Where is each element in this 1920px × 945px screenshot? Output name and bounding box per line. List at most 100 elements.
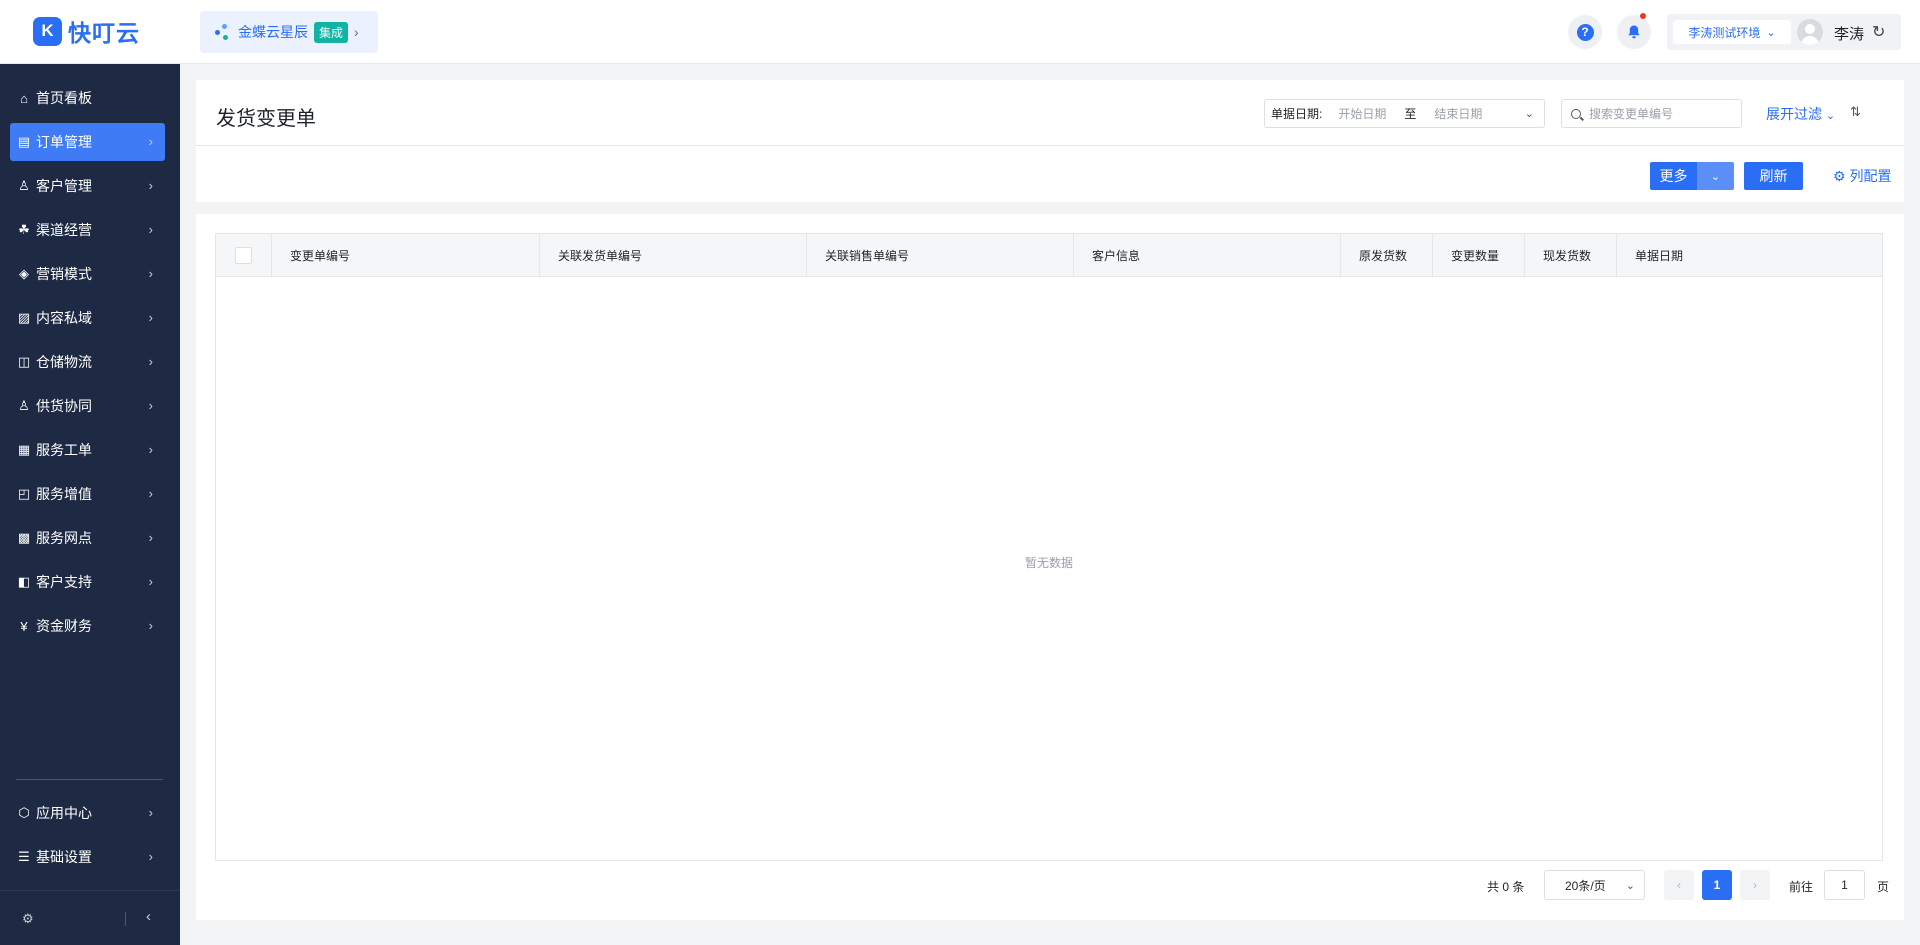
chevron-right-icon: › xyxy=(148,849,153,864)
column-header[interactable]: 关联发货单编号 xyxy=(540,234,807,277)
search-box[interactable] xyxy=(1561,99,1742,128)
page-title: 发货变更单 xyxy=(216,108,316,130)
sidebar-item[interactable]: ☘ 渠道经营 › xyxy=(10,211,165,249)
expand-filter-link[interactable]: 展开过滤 ⌄ xyxy=(1766,104,1835,124)
header-divider xyxy=(196,145,1904,146)
notification-badge xyxy=(1640,13,1646,19)
column-header[interactable]: 变更单编号 xyxy=(272,234,540,277)
sidebar-item-label: 基础设置 xyxy=(36,849,92,865)
chevron-right-icon: › xyxy=(1753,878,1757,892)
chevron-down-icon: ⌄ xyxy=(1825,110,1836,122)
chevron-right-icon: › xyxy=(148,486,153,501)
image-icon: ▨ xyxy=(17,310,31,325)
goto-page-input[interactable] xyxy=(1824,870,1865,900)
integration-name: 金蝶云星辰 xyxy=(238,24,308,40)
environment-select[interactable]: 李涛测试环境 ⌄ xyxy=(1673,20,1791,44)
integration-switcher[interactable]: 金蝶云星辰 集成 › xyxy=(200,11,378,53)
sidebar-item[interactable]: ◧ 客户支持 › xyxy=(10,563,165,601)
sidebar-item[interactable]: ☰ 基础设置 › xyxy=(10,838,165,876)
home-icon: ⌂ xyxy=(20,90,28,106)
chevron-right-icon: › xyxy=(354,24,359,40)
page-number[interactable]: 1 xyxy=(1702,870,1732,900)
reload-icon[interactable]: ↻ xyxy=(1872,22,1885,42)
environment-label: 李涛测试环境 xyxy=(1688,25,1761,40)
sidebar-item[interactable]: ▩ 服务网点 › xyxy=(10,519,165,557)
sidebar-item[interactable]: ▦ 服务工单 › xyxy=(10,431,165,469)
more-button[interactable]: 更多 xyxy=(1650,162,1697,190)
sidebar-item-label: 订单管理 xyxy=(36,134,92,150)
column-header[interactable]: 原发货数 xyxy=(1341,234,1433,277)
column-config-link[interactable]: ⚙ 列配置 xyxy=(1833,166,1891,186)
avatar[interactable] xyxy=(1797,19,1823,45)
sidebar-item[interactable]: ▨ 内容私域 › xyxy=(10,299,165,337)
logo-icon: K xyxy=(33,16,62,46)
chevron-right-icon: › xyxy=(148,222,153,237)
finance-icon: ¥ xyxy=(20,618,28,634)
chevron-down-icon: ⌄ xyxy=(1524,108,1534,120)
support-icon: ◧ xyxy=(17,574,31,589)
sidebar-item-label: 资金财务 xyxy=(36,618,92,634)
pagination: 共 0 条 20条/页 ⌄ ‹ 1 › 前往 页 xyxy=(196,870,1904,902)
sidebar-item[interactable]: ♙ 供货协同 › xyxy=(10,387,165,425)
column-header[interactable]: 客户信息 xyxy=(1074,234,1341,277)
sidebar-item[interactable]: ⬡ 应用中心 › xyxy=(10,794,165,832)
sidebar-item[interactable]: ♙ 客户管理 › xyxy=(10,167,165,205)
page-size-select[interactable]: 20条/页 ⌄ xyxy=(1544,870,1645,900)
sidebar-item[interactable]: ◰ 服务增值 › xyxy=(10,475,165,513)
more-dropdown-button[interactable]: ⌄ xyxy=(1697,162,1734,190)
sidebar-item-label: 内容私域 xyxy=(36,310,92,326)
settings-list-icon: ☰ xyxy=(18,849,30,864)
date-separator: 至 xyxy=(1404,107,1417,121)
total-count: 共 0 条 xyxy=(1487,880,1525,894)
column-config-label: 列配置 xyxy=(1849,168,1892,184)
bag-icon: ◰ xyxy=(17,486,31,501)
refresh-button[interactable]: 刷新 xyxy=(1744,162,1803,190)
chevron-down-icon: ⌄ xyxy=(1766,26,1776,39)
chevron-right-icon: › xyxy=(148,574,153,589)
notification-button[interactable] xyxy=(1617,13,1651,49)
collapse-sidebar-icon[interactable]: ‹ xyxy=(146,908,151,925)
column-header[interactable]: 单据日期 xyxy=(1617,234,1882,277)
settings-gear-icon[interactable]: ⚙ xyxy=(22,911,34,927)
more-button-group: 更多 ⌄ xyxy=(1650,162,1734,190)
column-header[interactable]: 关联销售单编号 xyxy=(807,234,1074,277)
customer-icon: ♙ xyxy=(18,178,30,193)
chevron-right-icon: › xyxy=(148,618,153,633)
expand-filter-label: 展开过滤 xyxy=(1766,106,1822,122)
sidebar-item[interactable]: ▤ 订单管理 › xyxy=(10,123,165,161)
brand-name: 快叮云 xyxy=(68,20,140,46)
page-header-panel: 发货变更单 单据日期: 开始日期 至 结束日期 ⌄ 展开过滤 ⌄ ⇅ 更多 ⌄ … xyxy=(196,80,1904,202)
tag-icon: ◈ xyxy=(19,266,29,281)
empty-state: 暂无数据 xyxy=(1024,556,1073,570)
end-date-input[interactable]: 结束日期 xyxy=(1434,105,1482,122)
column-header[interactable]: 变更数量 xyxy=(1433,234,1525,277)
start-date-input[interactable]: 开始日期 xyxy=(1338,105,1386,122)
table-header: 变更单编号 关联发货单编号 关联销售单编号 客户信息 原发货数 变更数量 现发货… xyxy=(216,234,1882,277)
sort-icon[interactable]: ⇅ xyxy=(1850,104,1861,120)
sidebar-item-label: 仓储物流 xyxy=(36,354,92,370)
column-header[interactable]: 现发货数 xyxy=(1525,234,1617,277)
chevron-right-icon: › xyxy=(148,178,153,193)
prev-page-button[interactable]: ‹ xyxy=(1664,870,1694,900)
select-all-checkbox[interactable] xyxy=(235,247,252,264)
date-range-picker[interactable]: 单据日期: 开始日期 至 结束日期 ⌄ xyxy=(1264,99,1545,128)
sidebar-item-label: 服务增值 xyxy=(36,486,92,502)
user-name[interactable]: 李涛 xyxy=(1834,23,1864,44)
next-page-button[interactable]: › xyxy=(1740,870,1770,900)
sidebar-item-label: 服务工单 xyxy=(36,442,92,458)
sidebar-item[interactable]: ¥ 资金财务 › xyxy=(10,607,165,645)
sidebar-item[interactable]: ◈ 营销模式 › xyxy=(10,255,165,293)
sidebar-item[interactable]: ⌂ 首页看板 xyxy=(10,79,165,117)
page-size-label: 20条/页 xyxy=(1565,878,1606,893)
chevron-down-icon: ⌄ xyxy=(1710,170,1721,183)
sidebar-item-label: 渠道经营 xyxy=(36,222,92,238)
date-filter-label: 单据日期: xyxy=(1271,107,1323,121)
sidebar-item[interactable]: ◫ 仓储物流 › xyxy=(10,343,165,381)
help-button[interactable]: ? xyxy=(1568,15,1602,49)
chevron-right-icon: › xyxy=(148,398,153,413)
search-input[interactable] xyxy=(1589,106,1729,121)
integration-icon xyxy=(215,22,233,42)
user-box: 李涛测试环境 ⌄ 李涛 ↻ xyxy=(1667,14,1901,50)
brand-logo[interactable]: K 快叮云 xyxy=(33,16,140,46)
chevron-right-icon: › xyxy=(148,134,153,149)
